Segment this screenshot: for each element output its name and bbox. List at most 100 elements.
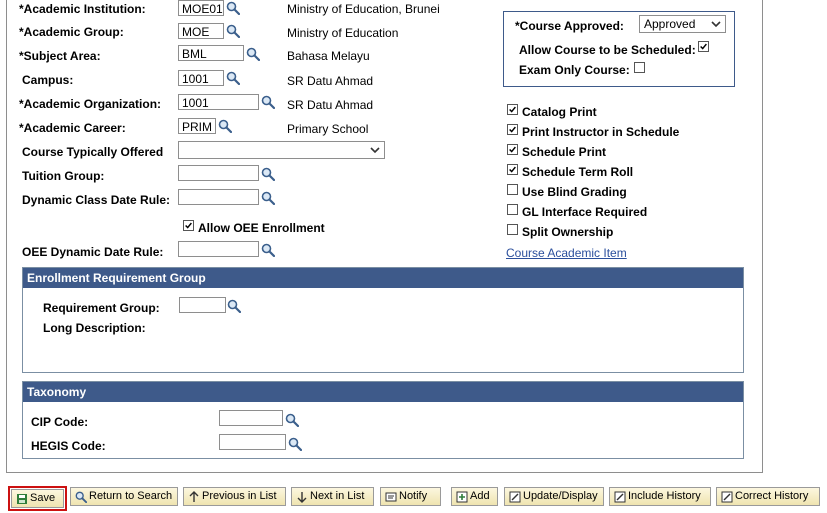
search-icon <box>75 491 87 503</box>
academic-career-label: *Academic Career: <box>19 121 126 135</box>
taxonomy-box: Taxonomy <box>22 381 744 459</box>
return-to-search-button[interactable]: Return to Search <box>70 487 178 506</box>
dynamic-class-date-rule-lookup-icon[interactable] <box>261 191 275 205</box>
next-in-list-button[interactable]: Next in List <box>291 487 374 506</box>
save-button[interactable]: Save <box>11 489 64 508</box>
checkmark-icon <box>508 165 517 174</box>
cip-code-lookup-icon[interactable] <box>285 413 299 427</box>
exam-only-course-checkbox[interactable] <box>634 62 645 73</box>
chevron-down-icon <box>370 147 380 154</box>
cip-code-input[interactable] <box>219 410 283 426</box>
checkmark-icon <box>699 42 708 51</box>
academic-institution-description: Ministry of Education, Brunei <box>287 2 440 16</box>
gl-interface-required-checkbox[interactable] <box>507 204 518 215</box>
save-icon <box>17 493 27 504</box>
allow-oee-enrollment-label: Allow OEE Enrollment <box>198 221 325 235</box>
academic-institution-label: *Academic Institution: <box>19 2 146 16</box>
allow-oee-enrollment-checkbox[interactable] <box>183 220 194 231</box>
exam-only-course-label: Exam Only Course: <box>519 63 630 77</box>
dynamic-class-date-rule-input[interactable] <box>178 189 259 205</box>
course-approved-label: *Course Approved: <box>515 19 624 33</box>
allow-course-scheduled-checkbox[interactable] <box>698 41 709 52</box>
include-history-button[interactable]: Include History <box>609 487 711 506</box>
academic-career-description: Primary School <box>287 122 369 136</box>
arrow-down-icon <box>297 491 307 503</box>
return-to-search-label: Return to Search <box>89 490 173 502</box>
catalog-print-checkbox[interactable] <box>507 104 518 115</box>
subject-area-input[interactable]: BML <box>178 45 244 61</box>
academic-group-lookup-icon[interactable] <box>226 24 240 38</box>
use-blind-grading-checkbox[interactable] <box>507 184 518 195</box>
print-instructor-label: Print Instructor in Schedule <box>522 125 680 139</box>
oee-dynamic-date-rule-label: OEE Dynamic Date Rule: <box>22 245 164 259</box>
previous-in-list-button[interactable]: Previous in List <box>183 487 286 506</box>
taxonomy-title: Taxonomy <box>23 382 743 402</box>
academic-career-input[interactable]: PRIM <box>178 118 216 134</box>
allow-course-scheduled-label: Allow Course to be Scheduled: <box>519 43 696 57</box>
academic-group-label: *Academic Group: <box>19 25 124 39</box>
subject-area-label: *Subject Area: <box>19 49 101 63</box>
checkmark-icon <box>508 145 517 154</box>
checkmark-icon <box>184 221 193 230</box>
course-academic-item-link[interactable]: Course Academic Item <box>506 246 627 260</box>
schedule-print-checkbox[interactable] <box>507 144 518 155</box>
course-typically-offered-select[interactable] <box>178 141 385 159</box>
tuition-group-input[interactable] <box>178 165 259 181</box>
academic-group-description: Ministry of Education <box>287 26 399 40</box>
academic-organization-lookup-icon[interactable] <box>261 95 275 109</box>
subject-area-lookup-icon[interactable] <box>246 47 260 61</box>
enrollment-requirement-group-title: Enrollment Requirement Group <box>23 268 743 288</box>
requirement-group-lookup-icon[interactable] <box>227 299 241 313</box>
enrollment-requirement-group-box: Enrollment Requirement Group <box>22 267 744 373</box>
split-ownership-checkbox[interactable] <box>507 224 518 235</box>
use-blind-grading-label: Use Blind Grading <box>522 185 627 199</box>
requirement-group-input[interactable] <box>179 297 226 313</box>
correct-history-button[interactable]: Correct History <box>716 487 820 506</box>
notify-icon <box>385 492 397 501</box>
schedule-term-roll-label: Schedule Term Roll <box>522 165 634 179</box>
academic-group-input[interactable]: MOE <box>178 23 224 39</box>
add-icon <box>456 491 468 502</box>
course-typically-offered-label: Course Typically Offered <box>22 145 164 159</box>
cip-code-label: CIP Code: <box>31 415 89 429</box>
academic-institution-lookup-icon[interactable] <box>226 1 240 15</box>
schedule-print-label: Schedule Print <box>522 145 607 159</box>
academic-institution-input[interactable]: MOE01 <box>178 0 224 16</box>
tuition-group-lookup-icon[interactable] <box>261 167 275 181</box>
oee-dynamic-date-rule-input[interactable] <box>178 241 259 257</box>
update-display-label: Update/Display <box>523 490 598 502</box>
dynamic-class-date-rule-label: Dynamic Class Date Rule: <box>22 193 171 207</box>
update-display-icon <box>509 491 521 502</box>
add-button[interactable]: Add <box>451 487 498 506</box>
notify-label: Notify <box>399 490 428 502</box>
hegis-code-input[interactable] <box>219 434 286 450</box>
hegis-code-lookup-icon[interactable] <box>288 437 302 451</box>
tuition-group-label: Tuition Group: <box>22 169 105 183</box>
checkmark-icon <box>508 105 517 114</box>
next-in-list-label: Next in List <box>310 490 365 502</box>
add-label: Add <box>470 490 490 502</box>
catalog-print-label: Catalog Print <box>522 105 597 119</box>
course-approved-select[interactable]: Approved <box>639 15 726 33</box>
academic-organization-label: *Academic Organization: <box>19 97 162 111</box>
correct-history-label: Correct History <box>735 490 809 502</box>
campus-input[interactable]: 1001 <box>178 70 224 86</box>
academic-organization-input[interactable]: 1001 <box>178 94 259 110</box>
hegis-code-label: HEGIS Code: <box>31 439 106 453</box>
split-ownership-label: Split Ownership <box>522 225 614 239</box>
chevron-down-icon <box>711 21 721 28</box>
notify-button[interactable]: Notify <box>380 487 441 506</box>
academic-career-lookup-icon[interactable] <box>218 119 232 133</box>
requirement-group-label: Requirement Group: <box>43 301 160 315</box>
long-description-label: Long Description: <box>43 321 146 335</box>
include-history-icon <box>614 491 626 502</box>
campus-description: SR Datu Ahmad <box>287 74 374 88</box>
schedule-term-roll-checkbox[interactable] <box>507 164 518 175</box>
previous-in-list-label: Previous in List <box>202 490 277 502</box>
update-display-button[interactable]: Update/Display <box>504 487 604 506</box>
checkmark-icon <box>508 125 517 134</box>
print-instructor-checkbox[interactable] <box>507 124 518 135</box>
campus-lookup-icon[interactable] <box>226 71 240 85</box>
save-button-label: Save <box>30 492 56 504</box>
oee-dynamic-date-rule-lookup-icon[interactable] <box>261 243 275 257</box>
